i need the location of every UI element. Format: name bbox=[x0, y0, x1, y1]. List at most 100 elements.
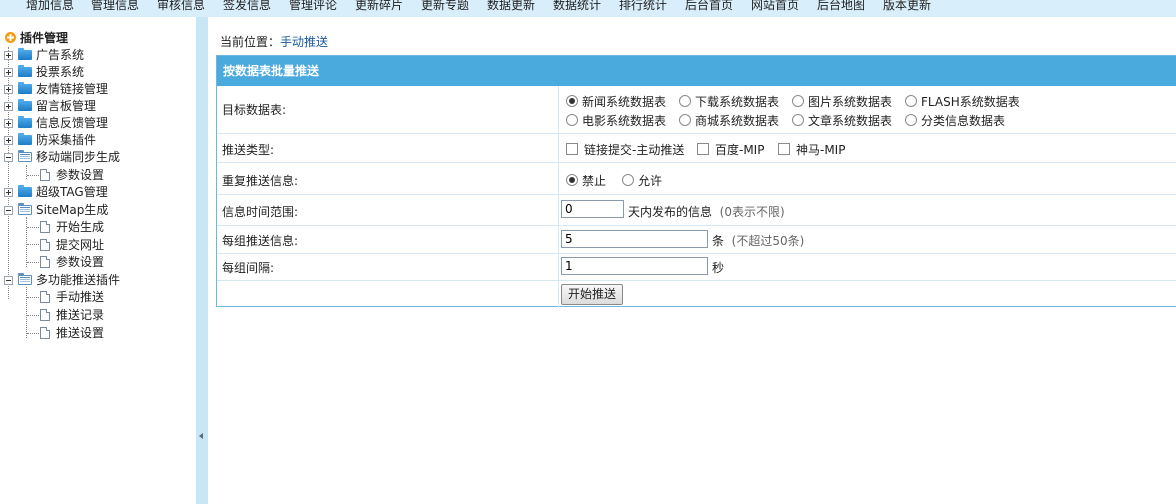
folder-icon bbox=[18, 116, 32, 128]
interval-label: 每组间隔: bbox=[222, 261, 275, 275]
checkbox-label: 神马-MIP bbox=[796, 143, 846, 157]
page-icon bbox=[40, 256, 50, 268]
collapse-arrow-icon[interactable] bbox=[199, 433, 203, 439]
nav-manage-comments[interactable]: 管理评论 bbox=[289, 0, 337, 13]
radio-table-article[interactable]: 文章系统数据表 bbox=[792, 112, 892, 129]
folder-icon bbox=[18, 185, 32, 197]
row-group-size: 每组推送信息: 条 (不超过50条) bbox=[217, 225, 1176, 253]
tree-item-links[interactable]: 友情链接管理 bbox=[0, 81, 196, 97]
page-icon bbox=[40, 239, 50, 251]
tree-item-sitemap-submit[interactable]: 提交网址 bbox=[0, 237, 196, 253]
radio-table-flash[interactable]: FLASH系统数据表 bbox=[905, 93, 1020, 110]
expand-plus-icon[interactable] bbox=[4, 68, 13, 77]
page-icon bbox=[40, 327, 50, 339]
tree-item-label: 友情链接管理 bbox=[36, 82, 109, 96]
checkbox-shenma-mip[interactable]: 神马-MIP bbox=[778, 141, 845, 158]
checkbox-icon[interactable] bbox=[778, 143, 790, 155]
folder-icon bbox=[18, 82, 32, 94]
repeat-push-label: 重复推送信息: bbox=[222, 174, 299, 188]
checkbox-baidu-mip[interactable]: 百度-MIP bbox=[697, 141, 764, 158]
tree-item-label: 投票系统 bbox=[36, 65, 85, 79]
radio-repeat-allow[interactable]: 允许 bbox=[622, 172, 662, 189]
radio-table-download[interactable]: 下载系统数据表 bbox=[679, 93, 779, 110]
checkbox-icon[interactable] bbox=[697, 143, 709, 155]
tree-item-mobile-params[interactable]: 参数设置 bbox=[0, 167, 196, 183]
radio-table-classified[interactable]: 分类信息数据表 bbox=[905, 112, 1005, 129]
row-divider bbox=[558, 86, 559, 132]
radio-icon[interactable] bbox=[792, 114, 804, 126]
radio-label: 文章系统数据表 bbox=[808, 114, 893, 128]
folder-icon bbox=[18, 133, 32, 145]
radio-icon[interactable] bbox=[566, 114, 578, 126]
expand-plus-icon[interactable] bbox=[4, 102, 13, 111]
sidebar-splitter[interactable] bbox=[196, 17, 208, 504]
expand-plus-icon[interactable] bbox=[4, 119, 13, 128]
checkbox-active-push[interactable]: 链接提交-主动推送 bbox=[566, 141, 684, 158]
nav-update-topics[interactable]: 更新专题 bbox=[421, 0, 469, 13]
tree-item-tag[interactable]: 超级TAG管理 bbox=[0, 184, 196, 200]
collapse-minus-icon[interactable] bbox=[4, 153, 13, 162]
tree-item-board[interactable]: 留言板管理 bbox=[0, 98, 196, 114]
interval-input[interactable] bbox=[561, 257, 708, 275]
expand-plus-icon[interactable] bbox=[4, 188, 13, 197]
nav-review-info[interactable]: 审核信息 bbox=[157, 0, 205, 13]
radio-icon[interactable] bbox=[905, 114, 917, 126]
tree-item-sitemap-params[interactable]: 参数设置 bbox=[0, 254, 196, 270]
tree-item-sitemap-start[interactable]: 开始生成 bbox=[0, 219, 196, 235]
top-nav: 增加信息 管理信息 审核信息 签发信息 管理评论 更新碎片 更新专题 数据更新 … bbox=[0, 0, 1176, 17]
nav-sign-info[interactable]: 签发信息 bbox=[223, 0, 271, 13]
nav-version-update[interactable]: 版本更新 bbox=[883, 0, 931, 13]
radio-table-movie[interactable]: 电影系统数据表 bbox=[566, 112, 666, 129]
tree-item-push-manual[interactable]: 手动推送 bbox=[0, 289, 196, 305]
time-range-hint: (0表示不限) bbox=[719, 205, 785, 219]
tree-item-push[interactable]: 多功能推送插件 bbox=[0, 272, 196, 288]
tree-item-feedback[interactable]: 信息反馈管理 bbox=[0, 115, 196, 131]
nav-admin-home[interactable]: 后台首页 bbox=[685, 0, 733, 13]
tree-item-mobile[interactable]: 移动端同步生成 bbox=[0, 149, 196, 165]
tree-item-push-log[interactable]: 推送记录 bbox=[0, 307, 196, 323]
tree-item-ad[interactable]: 广告系统 bbox=[0, 47, 196, 63]
tree-item-sitemap[interactable]: SiteMap生成 bbox=[0, 202, 196, 218]
nav-add-info[interactable]: 增加信息 bbox=[26, 0, 74, 13]
nav-rank-stats[interactable]: 排行统计 bbox=[619, 0, 667, 13]
radio-icon[interactable] bbox=[792, 95, 804, 107]
folder-icon bbox=[18, 99, 32, 111]
row-divider bbox=[558, 195, 559, 225]
nav-data-stats[interactable]: 数据统计 bbox=[553, 0, 601, 13]
nav-update-fragments[interactable]: 更新碎片 bbox=[355, 0, 403, 13]
page-icon bbox=[40, 169, 50, 181]
radio-checked-icon[interactable] bbox=[566, 95, 578, 107]
tree-item-push-settings[interactable]: 推送设置 bbox=[0, 325, 196, 341]
radio-table-photo[interactable]: 图片系统数据表 bbox=[792, 93, 892, 110]
nav-site-home[interactable]: 网站首页 bbox=[751, 0, 799, 13]
row-submit: 开始推送 bbox=[217, 280, 1176, 308]
expand-plus-icon[interactable] bbox=[4, 85, 13, 94]
radio-icon[interactable] bbox=[679, 95, 691, 107]
tree-item-label: 信息反馈管理 bbox=[36, 116, 109, 130]
tree-item-vote[interactable]: 投票系统 bbox=[0, 64, 196, 80]
nav-data-update[interactable]: 数据更新 bbox=[487, 0, 535, 13]
expand-plus-icon[interactable] bbox=[4, 136, 13, 145]
checkbox-icon[interactable] bbox=[566, 143, 578, 155]
breadcrumb-link-manual-push[interactable]: 手动推送 bbox=[280, 35, 328, 49]
radio-checked-icon[interactable] bbox=[566, 174, 578, 186]
radio-icon[interactable] bbox=[679, 114, 691, 126]
radio-table-shop[interactable]: 商城系统数据表 bbox=[679, 112, 779, 129]
radio-icon[interactable] bbox=[905, 95, 917, 107]
nav-manage-info[interactable]: 管理信息 bbox=[91, 0, 139, 13]
tree-item-anticollect[interactable]: 防采集插件 bbox=[0, 132, 196, 148]
start-push-button[interactable]: 开始推送 bbox=[561, 284, 624, 305]
group-size-input[interactable] bbox=[561, 230, 708, 248]
radio-repeat-forbid[interactable]: 禁止 bbox=[566, 172, 606, 189]
radio-icon[interactable] bbox=[622, 174, 634, 186]
row-repeat-push: 重复推送信息: 禁止 允许 bbox=[217, 162, 1176, 194]
radio-table-news[interactable]: 新闻系统数据表 bbox=[566, 93, 666, 110]
time-range-input[interactable] bbox=[561, 200, 624, 218]
collapse-minus-icon[interactable] bbox=[4, 206, 13, 215]
row-divider bbox=[558, 254, 559, 280]
collapse-minus-icon[interactable] bbox=[4, 276, 13, 285]
nav-admin-map[interactable]: 后台地图 bbox=[817, 0, 865, 13]
checkbox-label: 链接提交-主动推送 bbox=[584, 143, 685, 157]
expand-plus-icon[interactable] bbox=[4, 51, 13, 60]
page-icon bbox=[40, 309, 50, 321]
